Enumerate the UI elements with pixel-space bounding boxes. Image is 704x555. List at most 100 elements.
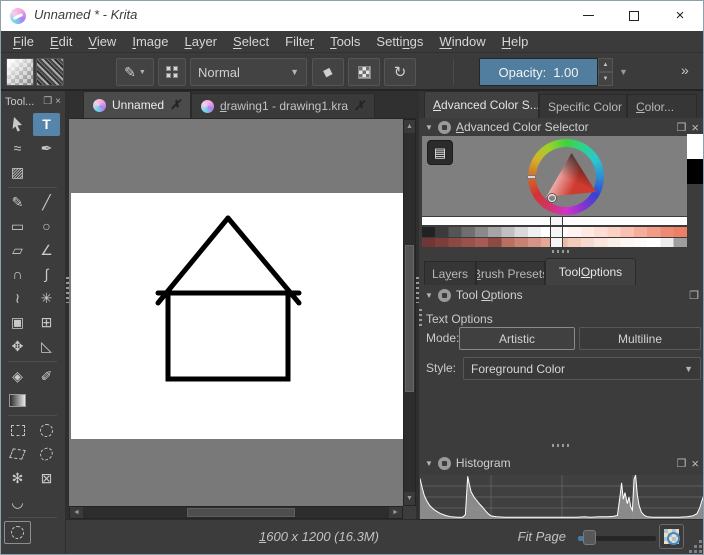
tool-gradient[interactable] bbox=[4, 389, 31, 412]
brush-presets-button[interactable] bbox=[158, 58, 186, 86]
advanced-color-selector-header[interactable]: ▼ Advanced Color Selector ❐ × bbox=[419, 118, 704, 136]
hue-ring[interactable] bbox=[528, 139, 604, 215]
docker-resize-handle[interactable] bbox=[552, 250, 572, 253]
tool-line[interactable]: ╱ bbox=[33, 191, 60, 214]
tool-rectangle[interactable]: ▭ bbox=[4, 215, 31, 238]
zoom-mode-label[interactable]: Fit Page bbox=[506, 529, 566, 544]
eraser-mode-button[interactable]: ◆ bbox=[312, 58, 344, 86]
menu-item-edit[interactable]: Edit bbox=[42, 31, 80, 53]
tool-freehand-path[interactable]: ∫ bbox=[33, 263, 60, 286]
color-wheel-area[interactable]: ▤ bbox=[422, 136, 687, 216]
collapse-icon[interactable]: ▼ bbox=[425, 459, 433, 468]
tool-polyline[interactable]: ∠ bbox=[33, 239, 60, 262]
scroll-down-icon[interactable]: ▼ bbox=[404, 492, 415, 505]
tool-ellipse-select[interactable] bbox=[33, 419, 60, 442]
dock-tab-tool-options[interactable]: Tool Options bbox=[545, 258, 636, 285]
gradient-swatch-button[interactable] bbox=[6, 58, 34, 86]
close-button[interactable]: × bbox=[657, 1, 703, 30]
vertical-scrollbar[interactable]: ▲ ▼ bbox=[403, 119, 416, 506]
menu-item-filter[interactable]: Filter bbox=[277, 31, 322, 53]
scroll-up-icon[interactable]: ▲ bbox=[404, 120, 415, 133]
pattern-swatch-button[interactable] bbox=[36, 58, 64, 86]
tool-outline-select[interactable] bbox=[4, 521, 31, 544]
hue-cursor[interactable] bbox=[527, 175, 536, 179]
menu-item-tools[interactable]: Tools bbox=[322, 31, 368, 53]
menu-item-help[interactable]: Help bbox=[494, 31, 537, 53]
close-icon[interactable]: × bbox=[55, 96, 61, 107]
tab-close-icon[interactable]: ✗ bbox=[354, 98, 365, 114]
strip-handle[interactable] bbox=[550, 216, 563, 226]
histogram-header[interactable]: ▼ Histogram ❐ × bbox=[419, 453, 704, 473]
mode-button-multiline[interactable]: Multiline bbox=[579, 327, 701, 350]
canvas-viewport[interactable] bbox=[69, 119, 403, 506]
tool-crop[interactable]: ▣ bbox=[4, 311, 31, 334]
resize-grip-icon[interactable] bbox=[699, 550, 702, 553]
tool-freehand-select[interactable] bbox=[33, 443, 60, 466]
menu-item-window[interactable]: Window bbox=[431, 31, 493, 53]
preserve-alpha-button[interactable] bbox=[348, 58, 380, 86]
float-icon[interactable]: ❐ bbox=[689, 289, 699, 302]
menu-item-file[interactable]: File bbox=[5, 31, 42, 53]
tool-move[interactable]: ✥ bbox=[4, 335, 31, 358]
tool-polygon-select[interactable] bbox=[4, 443, 31, 466]
brush-settings-button[interactable]: ✎ ▼ bbox=[116, 58, 154, 86]
tool-magic-wand-select[interactable]: ✻ bbox=[4, 467, 31, 490]
reload-preset-button[interactable]: ↻ bbox=[384, 58, 416, 86]
float-icon[interactable]: ❐ bbox=[677, 121, 687, 134]
maximize-button[interactable] bbox=[611, 1, 657, 30]
dock-tab-brush-presets[interactable]: Brush Presets bbox=[476, 261, 545, 285]
float-icon[interactable]: ❐ bbox=[677, 457, 687, 470]
collapse-icon[interactable]: ▼ bbox=[425, 291, 433, 300]
panel-tab[interactable]: Advanced Color S... bbox=[424, 91, 539, 118]
style-select[interactable]: Foreground Color ▼ bbox=[463, 357, 701, 380]
tool-edit-shapes[interactable]: ≈ bbox=[4, 137, 31, 160]
scroll-left-icon[interactable]: ◄ bbox=[70, 507, 83, 518]
panel-tab[interactable]: Color... bbox=[627, 94, 697, 118]
mode-button-artistic[interactable]: Artistic bbox=[459, 327, 575, 350]
color-cursor[interactable] bbox=[548, 194, 556, 202]
tool-multibrush[interactable]: ✳ bbox=[33, 287, 60, 310]
tool-ellipse[interactable]: ○ bbox=[33, 215, 60, 238]
close-icon[interactable]: × bbox=[691, 121, 699, 134]
menu-item-select[interactable]: Select bbox=[225, 31, 277, 53]
tool-dynamic-brush[interactable]: ≀ bbox=[4, 287, 31, 310]
strip-handle[interactable] bbox=[550, 237, 563, 248]
slider-dropdown-icon[interactable]: ▼ bbox=[619, 67, 628, 77]
opacity-slider[interactable]: Opacity: 1.00 bbox=[479, 58, 598, 86]
tool-calligraphy[interactable]: ✒ bbox=[33, 137, 60, 160]
tool-text[interactable]: T bbox=[33, 113, 60, 136]
tool-transform[interactable]: ⊞ bbox=[33, 311, 60, 334]
tool-options-header[interactable]: ▼ Tool Options ❐ bbox=[419, 285, 704, 305]
canvas-page[interactable] bbox=[71, 193, 403, 439]
horizontal-scrollbar[interactable]: ◄ ► bbox=[69, 506, 403, 519]
tab-close-icon[interactable]: ✗ bbox=[170, 97, 181, 113]
spin-down-icon[interactable]: ▼ bbox=[598, 72, 613, 86]
selector-settings-button[interactable]: ▤ bbox=[427, 140, 453, 165]
panel-tab[interactable]: Specific Color S... bbox=[539, 94, 627, 118]
toolbar-expand-button[interactable]: » bbox=[681, 62, 689, 78]
horizontal-scroll-thumb[interactable] bbox=[187, 508, 295, 517]
tool-freehand-brush[interactable]: ✎ bbox=[4, 191, 31, 214]
opacity-spinner[interactable]: ▲ ▼ bbox=[598, 58, 613, 86]
tool-color-picker[interactable]: ✐ bbox=[33, 365, 60, 388]
document-tab[interactable]: Unnamed✗ bbox=[83, 91, 191, 118]
canvas-mode-button[interactable] bbox=[659, 524, 684, 549]
menu-item-view[interactable]: View bbox=[80, 31, 124, 53]
minimize-button[interactable] bbox=[565, 1, 611, 30]
dock-tab-layers[interactable]: Layers bbox=[424, 261, 476, 285]
document-tab[interactable]: drawing1 - drawing1.kra✗ bbox=[191, 93, 375, 118]
docker-resize-handle[interactable] bbox=[552, 444, 572, 447]
tool-fill[interactable]: ◈ bbox=[4, 365, 31, 388]
background-color-preview[interactable] bbox=[687, 159, 704, 184]
foreground-color-preview[interactable] bbox=[687, 134, 704, 159]
tool-pattern-edit[interactable]: ▨ bbox=[4, 161, 31, 184]
tool-measure[interactable]: ◺ bbox=[33, 335, 60, 358]
vertical-scroll-thumb[interactable] bbox=[405, 245, 414, 392]
tool-similar-select[interactable]: ⊠ bbox=[33, 467, 60, 490]
docker-handle-dots[interactable] bbox=[419, 309, 422, 329]
scroll-right-icon[interactable]: ► bbox=[389, 507, 402, 518]
tool-bezier-curve[interactable]: ∩ bbox=[4, 263, 31, 286]
tool-polygon[interactable]: ▱ bbox=[4, 239, 31, 262]
tool-bezier-select[interactable]: ◡ bbox=[4, 491, 31, 514]
menu-item-image[interactable]: Image bbox=[124, 31, 176, 53]
